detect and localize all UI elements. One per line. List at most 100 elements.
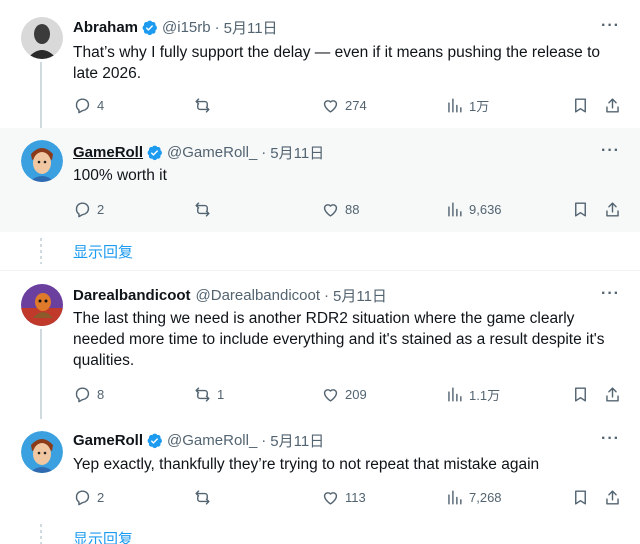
retweet-icon [195, 98, 210, 113]
reply-count: 8 [97, 387, 105, 402]
tweet-text: Yep exactly, thankfully they’re trying t… [73, 456, 540, 473]
retweet-icon [195, 202, 210, 217]
more-options-icon[interactable]: ··· [601, 430, 620, 448]
more-options-icon[interactable]: ··· [601, 285, 620, 303]
share-button[interactable] [603, 488, 622, 507]
share-button[interactable] [603, 96, 622, 115]
separator-dot: · [261, 431, 267, 449]
thread-dotted-line [40, 524, 42, 544]
bookmark-button[interactable] [571, 200, 590, 219]
tweet-actions: 8 1 209 1.1万 [73, 385, 621, 405]
tweet-date[interactable]: 5月11日 [270, 142, 324, 163]
author-name[interactable]: Abraham [73, 19, 138, 36]
reply-icon [75, 202, 90, 218]
tweet-text: 100% worth it [73, 167, 167, 184]
views-button[interactable]: 1.1万 [445, 385, 500, 404]
views-button[interactable]: 7,268 [445, 488, 502, 507]
reply-icon [75, 98, 90, 114]
avatar[interactable] [21, 17, 63, 59]
verified-badge-icon [142, 20, 157, 35]
tweet-actions: 4 274 1万 [73, 96, 621, 116]
reply-button[interactable]: 2 [73, 200, 104, 219]
avatar[interactable] [21, 284, 63, 326]
separator-dot: · [214, 18, 220, 36]
author-handle[interactable]: @i15rb [162, 19, 211, 36]
share-button[interactable] [603, 385, 622, 404]
reply-button[interactable]: 2 [73, 488, 104, 507]
like-button[interactable]: 113 [321, 488, 366, 507]
like-count: 113 [345, 490, 366, 505]
separator-dot: · [324, 286, 329, 304]
more-options-icon[interactable]: ··· [601, 17, 620, 35]
reply-count: 2 [97, 202, 105, 217]
views-button[interactable]: 9,636 [445, 200, 502, 219]
verified-badge-icon [147, 433, 162, 448]
retweet-count: 1 [217, 387, 225, 402]
heart-icon [323, 100, 338, 113]
tweet-gameroll-2[interactable]: GameRoll @GameRoll_ · 5月11日 ··· Yep exac… [0, 419, 640, 519]
show-replies-link[interactable]: 显示回复 [73, 528, 133, 544]
tweet-darealbandicoot[interactable]: Darealbandicoot @Darealbandicoot · 5月11日… [0, 271, 640, 419]
share-icon [606, 202, 619, 217]
avatar[interactable] [21, 140, 63, 182]
tweet-abraham[interactable]: Abraham @i15rb · 5月11日 ··· That’s why I … [0, 0, 640, 128]
thread-line [40, 62, 42, 128]
bookmark-button[interactable] [571, 385, 590, 404]
author-handle[interactable]: @GameRoll_ [167, 432, 257, 449]
tweet-actions: 2 113 7,268 [73, 488, 621, 508]
author-handle[interactable]: @Darealbandicoot [196, 287, 320, 304]
retweet-icon [195, 387, 210, 402]
like-button[interactable]: 88 [321, 200, 359, 219]
author-name[interactable]: GameRoll [73, 144, 143, 161]
heart-icon [323, 492, 338, 505]
show-replies-link[interactable]: 显示回复 [73, 241, 133, 262]
bookmark-button[interactable] [571, 488, 590, 507]
retweet-button[interactable] [193, 96, 217, 115]
tweet-date[interactable]: 5月11日 [270, 430, 324, 451]
retweet-button[interactable] [193, 200, 217, 219]
thread-dotted-line [40, 238, 42, 264]
reply-button[interactable]: 4 [73, 96, 104, 115]
reply-icon [75, 490, 90, 506]
reply-count: 4 [97, 98, 105, 113]
views-button[interactable]: 1万 [445, 96, 489, 115]
author-name[interactable]: Darealbandicoot [73, 287, 191, 304]
retweet-icon [195, 490, 210, 505]
view-count: 9,636 [469, 202, 502, 217]
share-icon [606, 490, 619, 505]
bookmark-icon [575, 490, 586, 505]
avatar[interactable] [21, 431, 63, 473]
view-count: 1.1万 [469, 388, 501, 403]
reply-button[interactable]: 8 [73, 385, 104, 404]
tweet-text: That’s why I fully support the delay — e… [73, 44, 600, 82]
like-button[interactable]: 274 [321, 96, 367, 115]
bookmark-icon [575, 98, 586, 113]
reply-icon [75, 387, 90, 403]
bookmark-button[interactable] [571, 96, 590, 115]
like-count: 274 [345, 98, 367, 113]
retweet-button[interactable]: 1 [193, 385, 224, 404]
separator-dot: · [261, 143, 267, 161]
tweet-gameroll-1[interactable]: GameRoll @GameRoll_ · 5月11日 ··· 100% wor… [0, 128, 640, 232]
share-button[interactable] [603, 200, 622, 219]
verified-badge-icon [147, 145, 162, 160]
views-chart-icon [448, 490, 462, 505]
like-button[interactable]: 209 [321, 385, 367, 404]
more-options-icon[interactable]: ··· [601, 142, 620, 160]
bookmark-icon [575, 387, 586, 402]
share-icon [606, 98, 619, 113]
author-name[interactable]: GameRoll [73, 432, 143, 449]
heart-icon [323, 204, 338, 217]
bookmark-icon [575, 202, 586, 217]
tweet-date[interactable]: 5月11日 [224, 17, 278, 38]
like-count: 209 [345, 387, 367, 402]
heart-icon [323, 389, 338, 402]
tweet-date[interactable]: 5月11日 [333, 285, 387, 306]
tweet-actions: 2 88 9,636 [73, 200, 621, 220]
like-count: 88 [345, 202, 360, 217]
reply-count: 2 [97, 490, 105, 505]
retweet-button[interactable] [193, 488, 217, 507]
author-handle[interactable]: @GameRoll_ [167, 144, 257, 161]
views-chart-icon [448, 202, 462, 217]
views-chart-icon [448, 387, 462, 402]
